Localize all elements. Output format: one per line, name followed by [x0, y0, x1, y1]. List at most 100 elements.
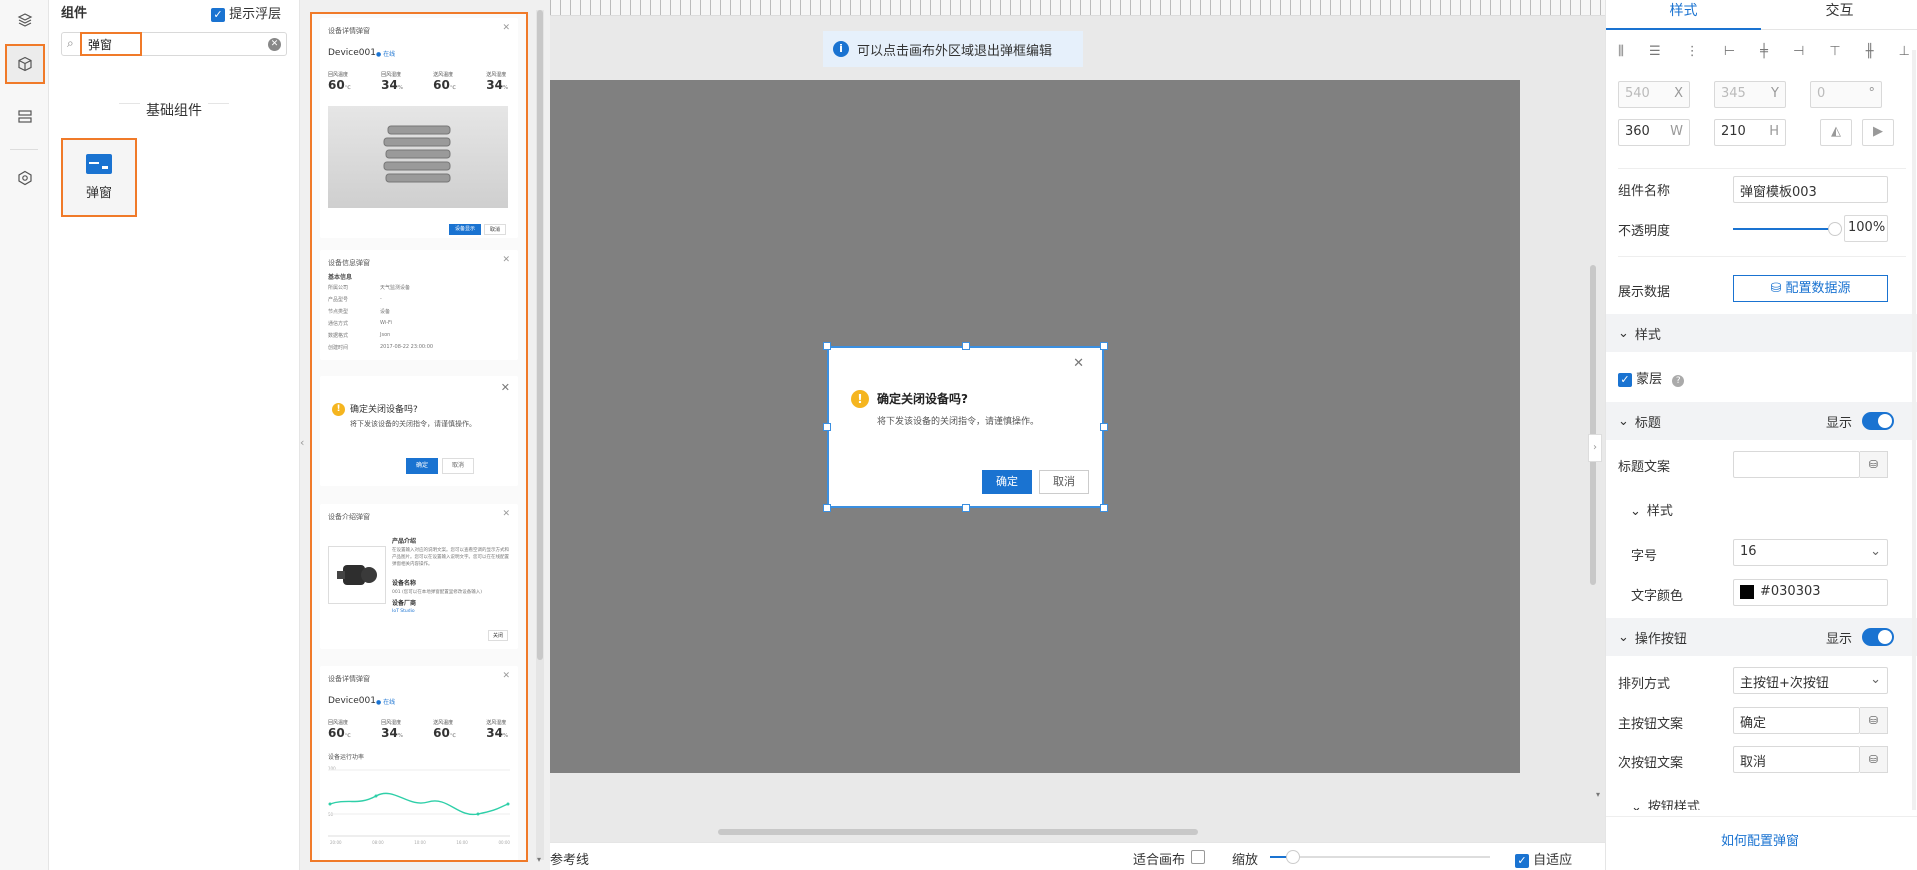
close-icon[interactable]: ✕ [502, 509, 510, 519]
flip-h-icon[interactable]: ◭ [1820, 119, 1852, 146]
fit-label[interactable]: 适合画布 [1133, 849, 1185, 868]
card-ok-button[interactable]: 确定 [406, 458, 438, 474]
database-icon[interactable]: ⛁ [1860, 451, 1888, 478]
align-bottom-icon[interactable]: ⊥ [1899, 44, 1910, 59]
resize-handle[interactable] [823, 504, 831, 512]
resize-handle[interactable] [823, 342, 831, 350]
info-row: 通信方式 Wi-Fi [328, 320, 392, 327]
component-icon[interactable] [5, 44, 45, 84]
opacity-input[interactable]: 100% [1844, 215, 1888, 242]
popup-component-item[interactable]: 弹窗 [61, 138, 137, 217]
resize-handle[interactable] [1100, 342, 1108, 350]
props-scrollbar[interactable] [1912, 50, 1916, 810]
card-title: 设备介绍弹窗 [328, 513, 370, 521]
distribute-v-icon[interactable]: ☰ [1649, 44, 1661, 59]
flip-v-icon[interactable]: ▶ [1862, 119, 1894, 146]
align-left-icon[interactable]: ⊢ [1724, 44, 1735, 59]
database-icon[interactable]: ⛁ [1860, 746, 1888, 773]
info-text: 可以点击画布外区域退出弹框编辑 [857, 43, 1053, 59]
canvas-hscroll[interactable] [718, 829, 1198, 835]
align-top-icon[interactable]: ⊤ [1829, 44, 1840, 59]
zoom-slider[interactable] [1270, 850, 1490, 864]
card-secondary-button[interactable]: 取消 [484, 224, 506, 235]
align-center-icon[interactable]: ╪ [1760, 44, 1768, 59]
secondary-text-input[interactable]: 取消 [1733, 746, 1860, 773]
section-buttons[interactable]: ⌄ 操作按钮 显示 [1606, 618, 1917, 656]
align-right-icon[interactable]: ⊣ [1793, 44, 1804, 59]
zoom-handle[interactable] [1286, 850, 1300, 864]
sub-style-toggle[interactable]: ⌄ 样式 [1630, 500, 1673, 519]
more-icon[interactable]: ⋮ [1686, 44, 1699, 59]
help-link[interactable]: 如何配置弹窗 [1721, 830, 1799, 849]
expand-right-icon[interactable]: › [1588, 434, 1602, 462]
template-list[interactable]: 设备详情弹窗 ✕ Device001 ● 在线 回风温度 60℃ 回风湿度 34% … [310, 12, 528, 862]
auto-fit-checkbox[interactable]: ✓ 自适应 [1515, 849, 1572, 868]
template-card-device-detail[interactable]: 设备详情弹窗 ✕ Device001 ● 在线 回风温度 60℃ 回风湿度 34% … [320, 18, 518, 238]
tab-interaction[interactable]: 交互 [1761, 0, 1917, 30]
rotation-field[interactable]: 0 ° [1810, 81, 1882, 108]
close-icon[interactable]: ✕ [502, 23, 510, 33]
search-box[interactable]: ⌕ 弹窗 ✕ [61, 32, 287, 56]
template-card-device-info[interactable]: 设备信息弹窗 ✕ 基本信息 所属公司 天气监测设备 产品型号 - 节点类型 设备 通信… [320, 250, 518, 360]
close-icon[interactable]: ✕ [502, 255, 510, 265]
distribute-h-icon[interactable]: ⫼ [1618, 44, 1624, 59]
guides-label[interactable]: 参考线 [550, 849, 589, 868]
close-icon[interactable]: ✕ [1073, 356, 1084, 371]
layout-select[interactable]: 主按钮+次按钮 ⌄ [1733, 667, 1888, 694]
search-input[interactable]: 弹窗 [80, 32, 142, 56]
button-style-toggle[interactable]: ⌄ 按钮样式 [1631, 796, 1700, 810]
resize-handle[interactable] [1100, 504, 1108, 512]
align-toolbar: ⫼ ☰ ⋮ ⊢ ╪ ⊣ ⊤ ╫ ⊥ [1618, 40, 1910, 62]
height-field[interactable]: 210 H [1714, 119, 1786, 146]
section-title[interactable]: ⌄ 标题 显示 [1606, 402, 1917, 440]
config-datasource-button[interactable]: ⛁ 配置数据源 [1733, 275, 1888, 302]
scroll-down-icon[interactable]: ▾ [537, 855, 541, 864]
collapse-left-icon[interactable]: ‹ [300, 436, 304, 449]
outline-icon[interactable] [5, 97, 45, 137]
scroll-down-icon[interactable]: ▾ [1596, 790, 1600, 799]
align-middle-icon[interactable]: ╫ [1866, 44, 1874, 59]
primary-text-input[interactable]: 确定 [1733, 707, 1860, 734]
text-color-field[interactable]: #030303 [1733, 579, 1888, 606]
clear-icon[interactable]: ✕ [268, 38, 281, 51]
help-icon[interactable]: ? [1672, 375, 1685, 387]
y-field[interactable]: 345 Y [1714, 81, 1786, 108]
canvas-vscroll[interactable] [1590, 265, 1596, 585]
card-cancel-button[interactable]: 取消 [442, 458, 474, 474]
font-size-select[interactable]: 16 ⌄ [1733, 539, 1888, 566]
hint-checkbox[interactable]: ✓ 提示浮层 [211, 3, 281, 22]
x-field[interactable]: 540 X [1618, 81, 1690, 108]
info-rows: 所属公司 天气监测设备 产品型号 - 节点类型 设备 通信方式 Wi-Fi 数据格式 Js… [328, 284, 508, 356]
name-input[interactable]: 弹窗模板003 [1733, 176, 1888, 203]
opacity-slider[interactable] [1733, 222, 1842, 236]
layers-icon[interactable] [5, 0, 45, 40]
buttons-toggle[interactable] [1862, 628, 1894, 646]
mask-checkbox[interactable]: ✓ 蒙层 ? [1618, 368, 1685, 387]
resize-handle[interactable] [823, 423, 831, 431]
title-text-input[interactable] [1733, 451, 1860, 478]
opacity-handle[interactable] [1828, 222, 1842, 236]
title-toggle[interactable] [1862, 412, 1894, 430]
tab-style[interactable]: 样式 [1606, 0, 1761, 30]
card-primary-button[interactable]: 设备显示 [449, 224, 481, 235]
resize-handle[interactable] [962, 504, 970, 512]
settings-icon[interactable] [5, 158, 45, 198]
width-field[interactable]: 360 W [1618, 119, 1690, 146]
close-icon[interactable]: ✕ [501, 381, 510, 394]
card-close-button[interactable]: 关闭 [488, 630, 508, 641]
template-scrollbar[interactable] [536, 10, 544, 860]
close-icon[interactable]: ✕ [502, 671, 510, 681]
resize-handle[interactable] [962, 342, 970, 350]
database-icon[interactable]: ⛁ [1860, 707, 1888, 734]
template-card-device-intro[interactable]: 设备介绍弹窗 ✕ 产品介绍 在设置输入对应的说明文案。您可以查看空调的显示方式和… [320, 504, 518, 649]
template-card-confirm[interactable]: ✕ ! 确定关闭设备吗? 将下发该设备的关闭指令，请谨慎操作。 确定 取消 [320, 376, 518, 486]
popup-preview[interactable]: ✕ ! 确定关闭设备吗? 将下发该设备的关闭指令，请谨慎操作。 确定 取消 [827, 346, 1104, 508]
dialog-ok-button[interactable]: 确定 [982, 470, 1032, 494]
fit-icon[interactable] [1191, 850, 1205, 864]
resize-handle[interactable] [1100, 423, 1108, 431]
template-card-device-chart[interactable]: 设备详情弹窗 ✕ Device001 ● 在线 回风温度 60℃ 回风湿度 34% … [320, 666, 518, 860]
color-swatch[interactable] [1740, 584, 1754, 599]
dialog-cancel-button[interactable]: 取消 [1039, 470, 1089, 494]
scrollbar-thumb[interactable] [537, 10, 543, 660]
section-style[interactable]: ⌄ 样式 [1606, 314, 1917, 352]
